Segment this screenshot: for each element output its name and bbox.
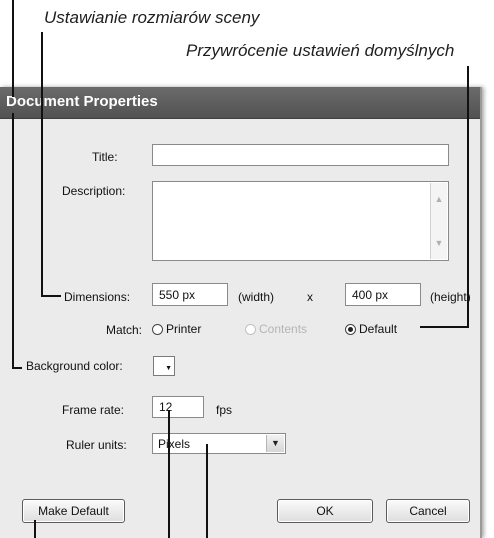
cancel-button[interactable]: Cancel xyxy=(386,499,470,523)
callout-line-ruler-units xyxy=(206,444,208,538)
background-color-label: Background color: xyxy=(26,359,123,373)
frame-rate-label: Frame rate: xyxy=(62,403,125,417)
times-sign: x xyxy=(307,290,313,304)
callout-tick-background xyxy=(12,367,22,369)
ruler-units-value: Pixels xyxy=(158,437,191,451)
callout-line-left xyxy=(12,113,14,369)
radio-default-dot xyxy=(345,323,356,335)
height-input[interactable]: 400 px xyxy=(345,283,421,306)
radio-printer-dot xyxy=(152,323,163,335)
description-scrollbar[interactable]: ▲ ▼ xyxy=(430,183,447,259)
callout-line-default xyxy=(467,66,469,328)
dialog-title: Document Properties xyxy=(6,93,158,110)
callout-line-dimensions xyxy=(41,32,43,296)
height-unit: (height) xyxy=(430,290,471,304)
make-default-button[interactable]: Make Default xyxy=(22,499,125,523)
match-printer-label: Printer xyxy=(166,322,202,336)
callout-tick-dimensions xyxy=(41,295,61,297)
match-default-radio[interactable]: Default xyxy=(345,322,397,336)
frame-rate-input[interactable]: 12 xyxy=(152,396,204,418)
description-textarea[interactable]: ▲ ▼ xyxy=(152,181,449,261)
chevron-up-icon[interactable]: ▲ xyxy=(433,193,445,205)
document-properties-dialog: Document Properties Title: Description: … xyxy=(0,87,482,538)
match-printer-radio[interactable]: Printer xyxy=(152,322,201,336)
title-label: Title: xyxy=(92,150,118,164)
title-input[interactable] xyxy=(152,144,449,166)
chevron-down-icon[interactable]: ▼ xyxy=(266,435,284,452)
ok-button[interactable]: OK xyxy=(277,499,373,523)
triangle-down-icon: ▼ xyxy=(165,365,172,372)
ruler-units-select[interactable]: Pixels ▼ xyxy=(152,433,286,454)
match-label: Match: xyxy=(106,323,143,337)
width-unit: (width) xyxy=(238,290,275,304)
width-input[interactable]: 550 px xyxy=(152,283,228,306)
dimensions-label: Dimensions: xyxy=(64,290,131,304)
background-color-swatch[interactable]: ▼ xyxy=(153,356,175,376)
chevron-down-icon[interactable]: ▼ xyxy=(433,237,445,249)
caption-restore-defaults: Przywrócenie ustawień domyślnych xyxy=(186,41,455,60)
match-default-label: Default xyxy=(359,322,398,336)
frame-rate-unit: fps xyxy=(216,403,233,417)
match-contents-radio: Contents xyxy=(245,322,307,336)
callout-line-make-default xyxy=(34,520,36,538)
dialog-titlebar: Document Properties xyxy=(0,87,480,119)
callout-line-left-top xyxy=(12,0,14,97)
callout-line-frame-rate xyxy=(168,410,170,538)
ruler-units-label: Ruler units: xyxy=(66,438,127,452)
caption-scene-size: Ustawianie rozmiarów sceny xyxy=(44,8,260,27)
callout-tick-default xyxy=(420,326,469,328)
description-label: Description: xyxy=(62,184,126,198)
radio-contents-dot xyxy=(245,323,256,335)
match-contents-label: Contents xyxy=(259,322,308,336)
